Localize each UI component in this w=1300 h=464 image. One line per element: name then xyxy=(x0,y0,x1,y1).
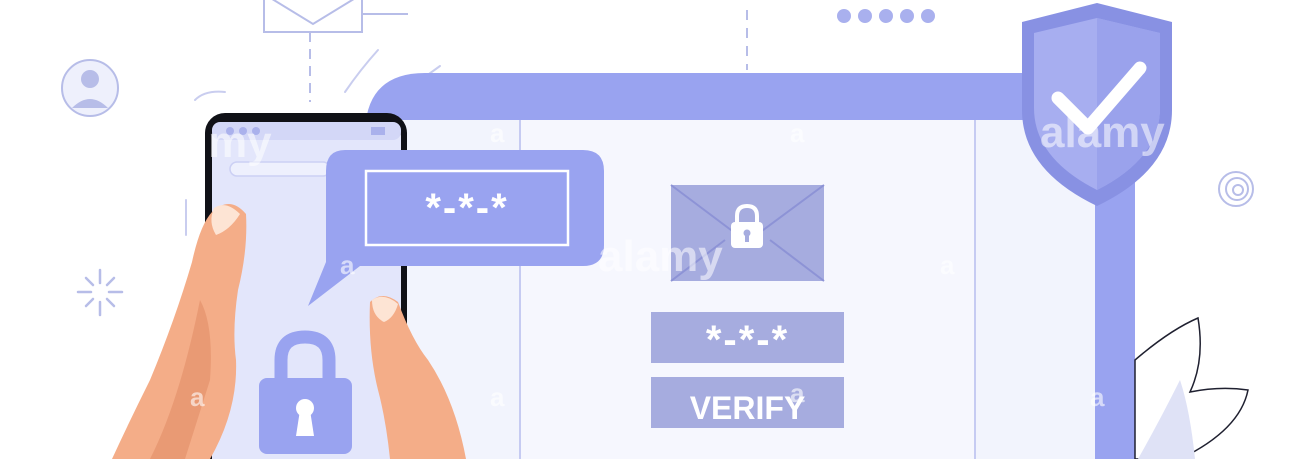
spiral-icon xyxy=(1218,171,1254,207)
dots-decoration xyxy=(837,9,935,23)
watermark-mark: a xyxy=(1090,382,1105,412)
watermark-mark: a xyxy=(790,118,805,148)
verify-button[interactable]: VERIFY xyxy=(651,377,844,428)
watermark-mark: a xyxy=(340,250,355,280)
sparkle-icon xyxy=(76,268,124,317)
watermark-mark: a xyxy=(940,250,955,280)
watermark-mark: a xyxy=(490,118,505,148)
watermark-mark: a xyxy=(190,382,205,412)
watermark-brand-partial: my xyxy=(208,118,272,167)
two-factor-illustration: *-*-* *-*-* VERIFY alamy alamy my a a a … xyxy=(0,0,1300,464)
watermark-mark: a xyxy=(790,378,805,408)
watermark-mark: a xyxy=(490,382,505,412)
user-avatar-icon xyxy=(61,59,119,117)
hand-icon xyxy=(112,203,247,459)
leaf-icon xyxy=(1134,316,1249,460)
bubble-code-text: *-*-* xyxy=(425,186,509,230)
watermark-brand-center: alamy xyxy=(598,232,723,281)
watermark-brand: alamy xyxy=(1040,108,1165,157)
verification-code-text: *-*-* xyxy=(705,318,790,362)
